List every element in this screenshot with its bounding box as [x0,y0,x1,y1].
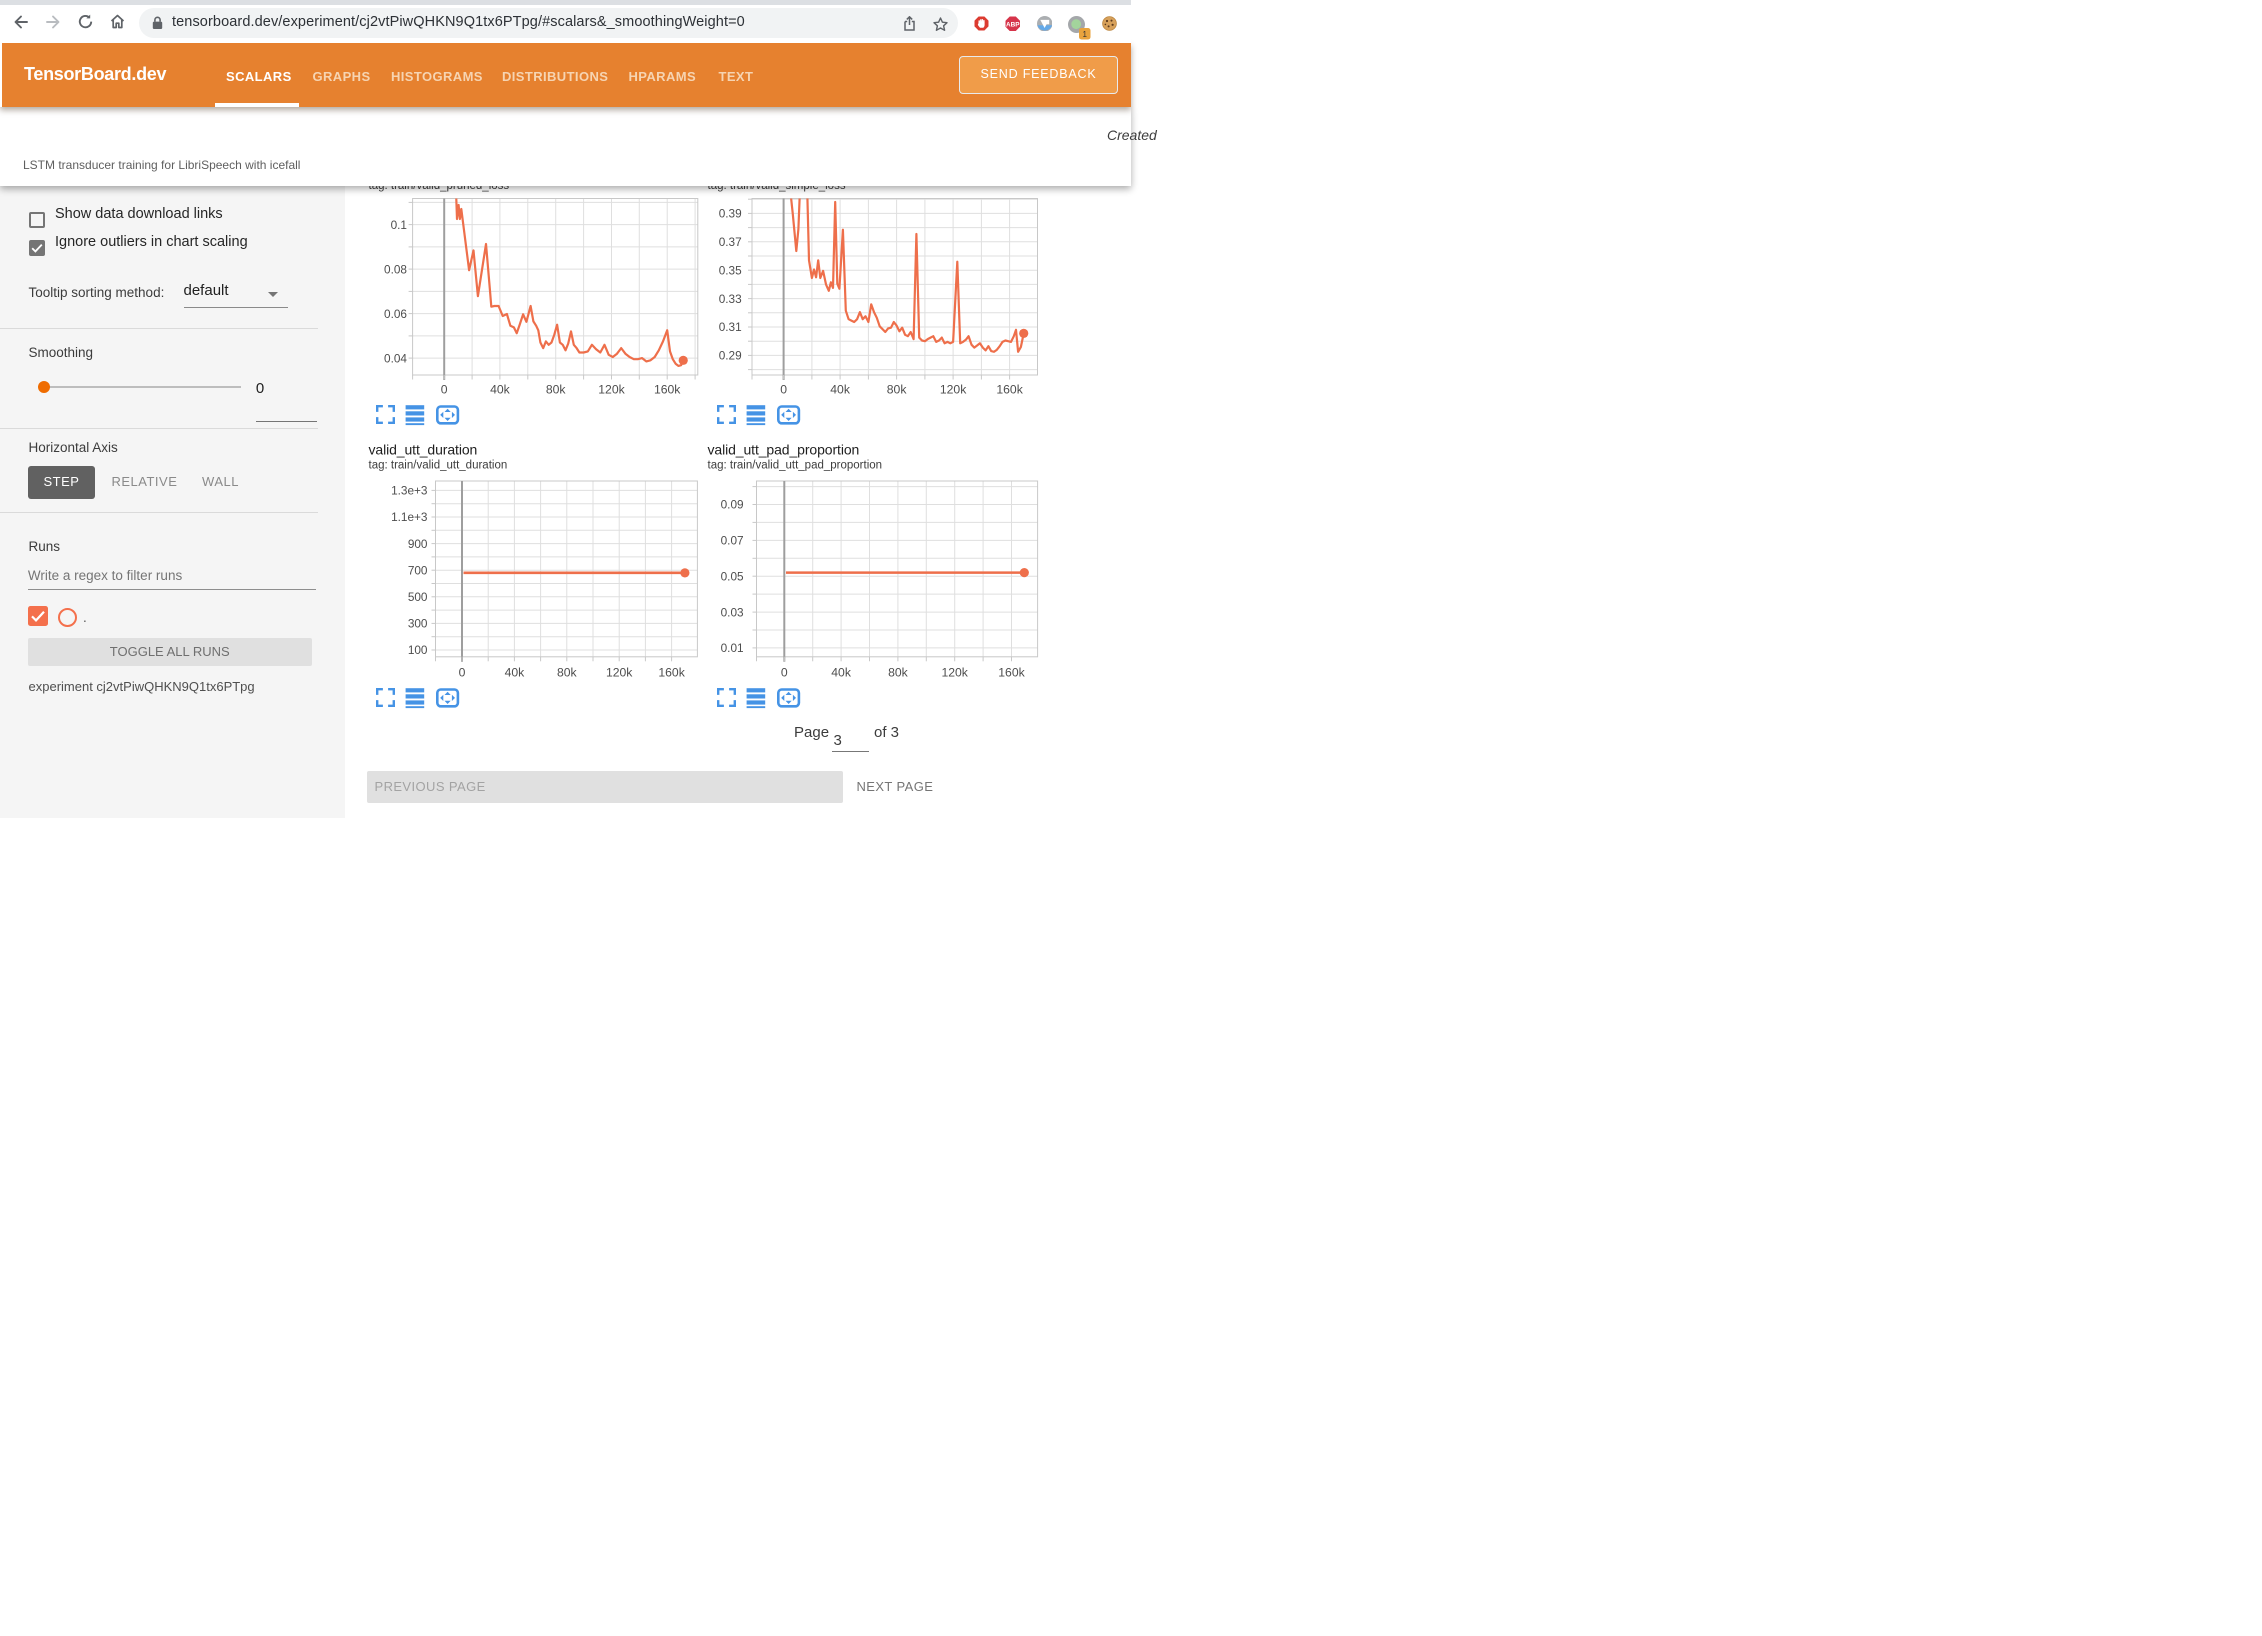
svg-text:0: 0 [780,383,787,397]
svg-text:0.09: 0.09 [721,498,744,512]
svg-text:160k: 160k [996,383,1023,397]
svg-text:100: 100 [408,643,428,657]
svg-text:0.01: 0.01 [721,641,744,655]
svg-text:900: 900 [408,537,428,551]
svg-text:0.03: 0.03 [721,605,744,619]
svg-text:500: 500 [408,590,428,604]
svg-text:tag: train/valid_utt_pad_propo: tag: train/valid_utt_pad_proportion [708,460,883,472]
svg-text:120k: 120k [606,666,633,680]
svg-text:0.39: 0.39 [719,207,742,221]
svg-text:700: 700 [408,563,428,577]
svg-text:40k: 40k [505,666,526,680]
svg-text:0.29: 0.29 [719,349,742,363]
svg-text:0: 0 [441,383,448,397]
svg-text:0.31: 0.31 [719,320,742,334]
svg-text:0: 0 [781,666,788,680]
svg-text:40k: 40k [490,383,511,397]
svg-text:80k: 80k [546,383,567,397]
svg-text:80k: 80k [887,383,908,397]
svg-text:0.37: 0.37 [719,235,742,249]
svg-text:300: 300 [408,617,428,631]
svg-text:40k: 40k [830,383,851,397]
svg-text:0.06: 0.06 [384,307,407,321]
svg-text:valid_utt_duration: valid_utt_duration [369,442,478,458]
svg-text:ABP: ABP [1006,21,1020,28]
svg-text:tag: train/valid_utt_duration: tag: train/valid_utt_duration [369,460,508,472]
svg-text:0.1: 0.1 [391,218,407,232]
svg-text:0.04: 0.04 [384,351,407,365]
svg-text:80k: 80k [888,666,909,680]
svg-text:0.05: 0.05 [721,569,744,583]
svg-text:0.08: 0.08 [384,262,407,276]
svg-text:160k: 160k [658,666,685,680]
svg-text:40k: 40k [831,666,852,680]
svg-text:1.3e+3: 1.3e+3 [391,484,428,498]
svg-text:0.33: 0.33 [719,292,742,306]
svg-text:120k: 120k [940,383,967,397]
svg-text:160k: 160k [998,666,1025,680]
svg-text:0.35: 0.35 [719,263,742,277]
svg-text:1: 1 [1082,30,1087,39]
svg-text:160k: 160k [654,383,681,397]
svg-text:0.07: 0.07 [721,534,744,548]
svg-text:0: 0 [459,666,466,680]
svg-text:120k: 120k [941,666,968,680]
svg-text:valid_utt_pad_proportion: valid_utt_pad_proportion [708,442,860,458]
svg-text:1.1e+3: 1.1e+3 [391,510,428,524]
svg-text:120k: 120k [598,383,625,397]
svg-text:80k: 80k [557,666,578,680]
